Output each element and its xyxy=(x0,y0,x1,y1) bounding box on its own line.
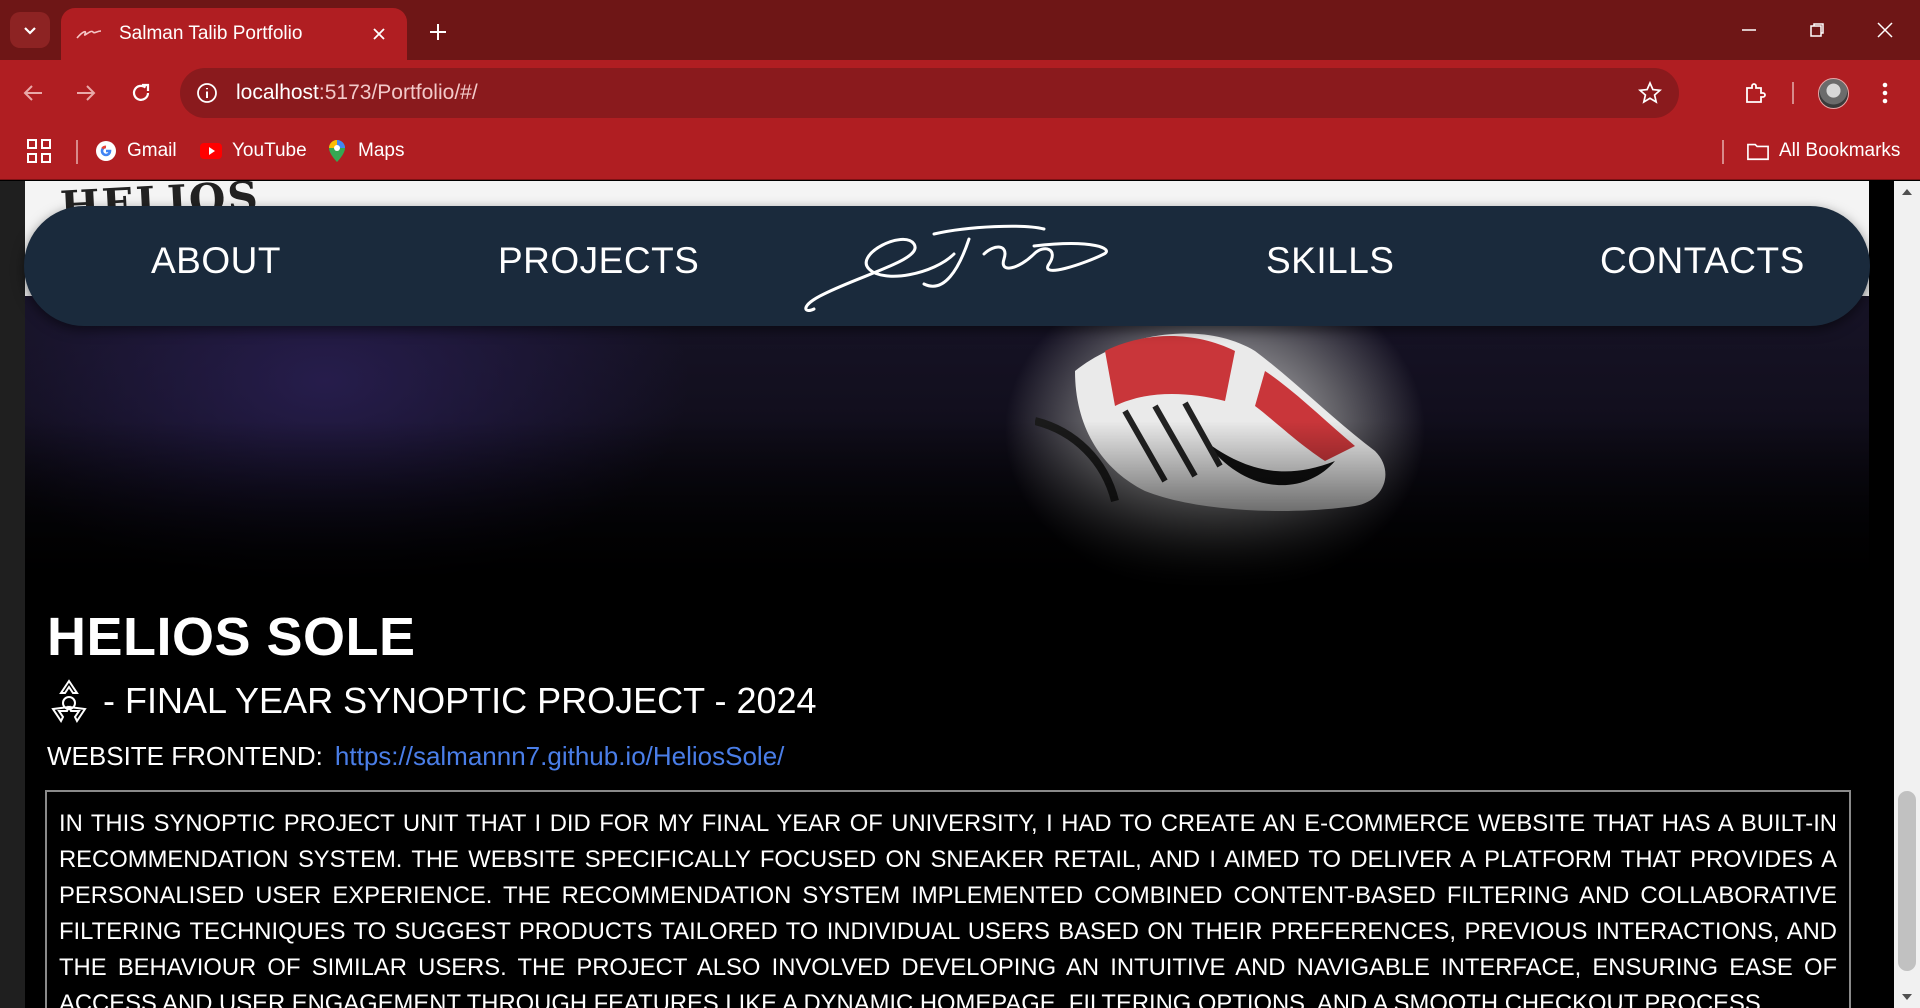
tab-title: Salman Talib Portfolio xyxy=(119,23,303,44)
back-button[interactable] xyxy=(16,76,50,110)
close-icon xyxy=(373,28,385,40)
reload-icon xyxy=(132,83,150,101)
site-navbar: ABOUT PROJECTS SKILLS CONTACTS xyxy=(24,206,1870,326)
bookmark-maps[interactable]: Maps xyxy=(326,135,404,167)
kebab-menu-icon xyxy=(1882,82,1888,104)
signature-logo[interactable] xyxy=(794,214,1124,319)
url-text: localhost:5173/Portfolio/#/ xyxy=(236,81,478,105)
nav-about-link[interactable]: ABOUT xyxy=(151,240,281,282)
restore-button[interactable] xyxy=(1797,10,1837,50)
chevron-down-icon xyxy=(24,27,36,35)
apps-grid-icon[interactable] xyxy=(26,138,52,164)
bookmark-label: Gmail xyxy=(127,140,177,161)
scroll-up-arrow-icon[interactable] xyxy=(1902,189,1912,195)
youtube-icon xyxy=(200,140,222,162)
url-path: :5173/Portfolio/#/ xyxy=(318,81,478,104)
profile-avatar[interactable] xyxy=(1818,78,1849,109)
minimize-button[interactable] xyxy=(1729,10,1769,50)
page-scrollbar[interactable] xyxy=(1894,181,1920,1008)
project-subtitle: - FINAL YEAR SYNOPTIC PROJECT - 2024 xyxy=(103,680,817,721)
all-bookmarks-button[interactable]: All Bookmarks xyxy=(1747,135,1900,167)
project-subtitle-row: - FINAL YEAR SYNOPTIC PROJECT - 2024 xyxy=(47,677,817,725)
bookmarks-bar: Gmail YouTube Maps All Bookmarks xyxy=(0,125,1920,180)
scrollbar-thumb[interactable] xyxy=(1898,791,1916,971)
address-bar[interactable]: localhost:5173/Portfolio/#/ xyxy=(180,68,1679,118)
tab-search-button[interactable] xyxy=(10,12,50,48)
project-link-label: WEBSITE FRONTEND: xyxy=(47,741,323,771)
new-tab-button[interactable] xyxy=(420,14,456,50)
google-icon xyxy=(95,140,117,162)
arrow-left-icon xyxy=(23,85,42,101)
bookmark-gmail[interactable]: Gmail xyxy=(95,135,177,167)
forward-button[interactable] xyxy=(69,76,103,110)
close-window-button[interactable] xyxy=(1865,10,1905,50)
puzzle-icon xyxy=(1746,83,1766,103)
hero-fade-overlay xyxy=(25,421,1869,591)
project-title: HELIOS SOLE xyxy=(47,607,416,667)
url-host: localhost xyxy=(236,81,319,104)
plus-icon xyxy=(430,24,446,40)
nav-contacts-link[interactable]: CONTACTS xyxy=(1600,240,1805,282)
restore-icon xyxy=(1810,23,1824,37)
bookmark-youtube[interactable]: YouTube xyxy=(200,135,307,167)
bookmark-star-button[interactable] xyxy=(1637,80,1663,106)
project-description-box: In this synoptic project unit that I did… xyxy=(45,790,1851,1008)
extensions-button[interactable] xyxy=(1738,76,1772,110)
all-bookmarks-label: All Bookmarks xyxy=(1779,140,1901,161)
bookmark-label: YouTube xyxy=(232,140,307,161)
signature-favicon-icon xyxy=(76,30,102,39)
maps-icon xyxy=(326,140,348,162)
scroll-down-arrow-icon[interactable] xyxy=(1902,994,1912,1000)
bookmarks-divider xyxy=(1722,140,1724,164)
browser-tab-strip: Salman Talib Portfolio xyxy=(0,0,1920,60)
minimize-icon xyxy=(1742,29,1756,31)
bookmarks-divider xyxy=(76,140,78,164)
recycle-icon xyxy=(51,679,87,723)
nav-projects-link[interactable]: PROJECTS xyxy=(498,240,699,282)
browser-toolbar: localhost:5173/Portfolio/#/ xyxy=(0,60,1920,125)
star-icon xyxy=(1638,81,1662,104)
nav-skills-link[interactable]: SKILLS xyxy=(1266,240,1394,282)
active-tab[interactable]: Salman Talib Portfolio xyxy=(61,8,407,60)
toolbar-divider xyxy=(1792,82,1794,104)
tab-close-button[interactable] xyxy=(367,22,391,46)
bookmark-label: Maps xyxy=(358,140,405,161)
folder-icon xyxy=(1747,140,1769,162)
project-description: In this synoptic project unit that I did… xyxy=(59,810,1837,1008)
page-viewport: HELIOS ABOUT PROJECTS SKILLS CONTACTS HE… xyxy=(0,181,1894,1008)
project-link-row: WEBSITE FRONTEND: https://salmannn7.gith… xyxy=(47,741,784,772)
reload-button[interactable] xyxy=(124,76,158,110)
site-info-icon[interactable] xyxy=(192,78,222,108)
arrow-right-icon xyxy=(77,85,96,101)
close-icon xyxy=(1877,22,1893,38)
browser-menu-button[interactable] xyxy=(1870,76,1900,110)
page-left-gutter xyxy=(0,181,25,1008)
project-website-link[interactable]: https://salmannn7.github.io/HeliosSole/ xyxy=(335,741,785,772)
